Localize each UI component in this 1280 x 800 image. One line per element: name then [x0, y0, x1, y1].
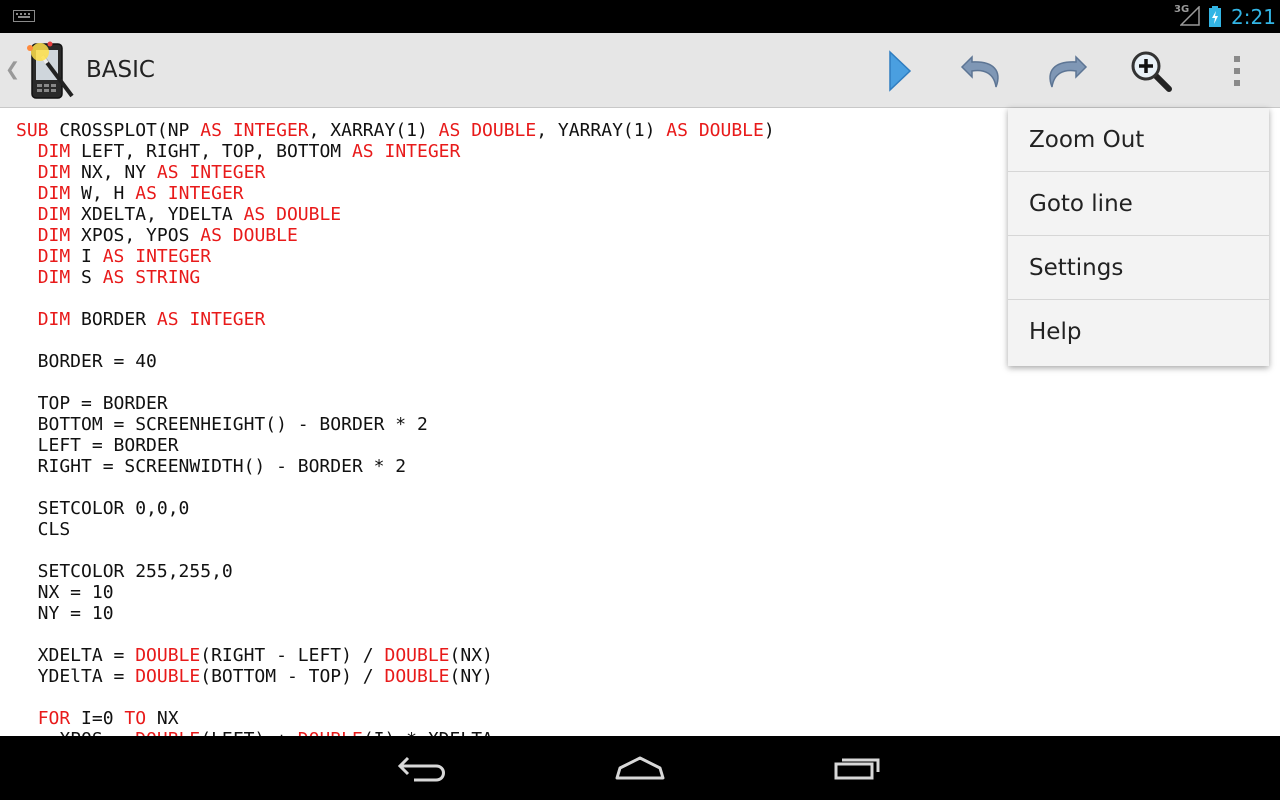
keyword-token: DIM — [37, 267, 71, 288]
redo-icon[interactable] — [1042, 47, 1090, 95]
code-line: NY = 10 — [16, 603, 114, 624]
keyword-token: AS — [200, 120, 222, 141]
menu-item-goto-line[interactable]: Goto line — [1008, 172, 1269, 236]
menu-item-zoom-out[interactable]: Zoom Out — [1008, 108, 1269, 172]
keyword-token: DOUBLE — [232, 225, 298, 246]
code-line: TOP = BORDER — [16, 393, 168, 414]
keyword-token: DOUBLE — [276, 204, 342, 225]
code-line: DIM NX, NY AS INTEGER — [37, 162, 266, 183]
code-line: XDELTA = DOUBLE(RIGHT - LEFT) / DOUBLE(N… — [16, 645, 493, 666]
keyword-token: INTEGER — [232, 120, 309, 141]
keyword-token: INTEGER — [189, 309, 266, 330]
keyword-token: DIM — [37, 246, 71, 267]
keyword-token: TO — [124, 708, 147, 729]
keyword-token: AS — [102, 246, 125, 267]
keyword-token: FOR — [37, 708, 71, 729]
keyword-token: DIM — [37, 162, 71, 183]
keyword-token: AS — [156, 162, 179, 183]
keyword-token: SUB — [16, 120, 49, 141]
keyword-token: DIM — [37, 204, 71, 225]
play-icon[interactable] — [875, 47, 923, 95]
keyword-token: DIM — [37, 309, 71, 330]
keyword-token: INTEGER — [135, 246, 212, 267]
code-line: SETCOLOR 0,0,0 — [16, 498, 190, 519]
code-line: DIM I AS INTEGER — [37, 246, 212, 267]
keyword-token: STRING — [135, 267, 201, 288]
keyword-token: DOUBLE — [135, 645, 201, 666]
keyword-token: AS — [200, 225, 222, 246]
code-line: NX = 10 — [16, 582, 114, 603]
keyword-token: AS — [666, 120, 688, 141]
action-bar: ❮ BASIC — [0, 33, 1280, 108]
code-line: LEFT = BORDER — [16, 435, 179, 456]
keyword-token: AS — [243, 204, 266, 225]
keyword-token: AS — [438, 120, 461, 141]
code-line: SUB CROSSPLOT(NP AS INTEGER, XARRAY(1) A… — [16, 120, 775, 141]
overflow-menu-icon[interactable] — [1213, 47, 1261, 95]
keyword-token: AS — [156, 309, 179, 330]
keyword-token: DOUBLE — [135, 729, 200, 736]
code-line: DIM XPOS, YPOS AS DOUBLE — [37, 225, 298, 246]
keyword-token: INTEGER — [167, 183, 244, 204]
navigation-bar — [0, 736, 1280, 800]
keyboard-icon — [13, 10, 35, 22]
menu-item-help[interactable]: Help — [1008, 300, 1269, 364]
code-line: FOR I=0 TO NX — [37, 708, 179, 729]
code-line: BORDER = 40 — [16, 351, 157, 372]
code-line: SETCOLOR 255,255,0 — [16, 561, 233, 582]
signal-icon — [1180, 6, 1200, 26]
code-line: YDElTA = DOUBLE(BOTTOM - TOP) / DOUBLE(N… — [16, 666, 493, 687]
keyword-token: AS — [351, 141, 374, 162]
zoom-in-icon[interactable] — [1127, 47, 1175, 95]
keyword-token: DOUBLE — [384, 666, 450, 687]
back-icon[interactable] — [392, 750, 452, 786]
keyword-token: AS — [102, 267, 125, 288]
keyword-token: AS — [135, 183, 157, 204]
keyword-token: DOUBLE — [384, 645, 450, 666]
keyword-token: DOUBLE — [135, 666, 201, 687]
keyword-token: DOUBLE — [698, 120, 764, 141]
code-line: DIM XDELTA, YDELTA AS DOUBLE — [37, 204, 342, 225]
status-bar: 3G 2:21 — [0, 0, 1280, 33]
battery-charging-icon — [1209, 6, 1221, 27]
keyword-token: DIM — [37, 225, 71, 246]
code-line: XPOS = DOUBLE(LEFT) + DOUBLE(I) * XDELTA — [16, 729, 493, 736]
home-icon[interactable] — [610, 750, 670, 786]
keyword-token: DOUBLE — [298, 729, 363, 736]
code-line: DIM S AS STRING — [37, 267, 201, 288]
app-logo-icon[interactable] — [20, 38, 80, 102]
overflow-menu: Zoom Out Goto line Settings Help — [1008, 108, 1269, 366]
code-text[interactable]: SUB CROSSPLOT(NP AS INTEGER, XARRAY(1) A… — [16, 120, 775, 736]
app-title: BASIC — [86, 57, 155, 83]
code-line: DIM BORDER AS INTEGER — [37, 309, 266, 330]
code-line: RIGHT = SCREENWIDTH() - BORDER * 2 — [16, 456, 407, 477]
menu-item-settings[interactable]: Settings — [1008, 236, 1269, 300]
code-line: DIM W, H AS INTEGER — [37, 183, 244, 204]
keyword-token: DOUBLE — [471, 120, 537, 141]
recents-icon[interactable] — [826, 750, 886, 786]
keyword-token: INTEGER — [189, 162, 266, 183]
code-line: DIM LEFT, RIGHT, TOP, BOTTOM AS INTEGER — [37, 141, 461, 162]
code-line: CLS — [16, 519, 71, 540]
keyword-token: DIM — [37, 183, 71, 204]
undo-icon[interactable] — [958, 47, 1006, 95]
keyword-token: DIM — [37, 141, 71, 162]
clock: 2:21 — [1231, 5, 1276, 29]
keyword-token: INTEGER — [384, 141, 461, 162]
up-caret-icon[interactable]: ❮ — [5, 59, 20, 80]
code-line: BOTTOM = SCREENHEIGHT() - BORDER * 2 — [16, 414, 428, 435]
